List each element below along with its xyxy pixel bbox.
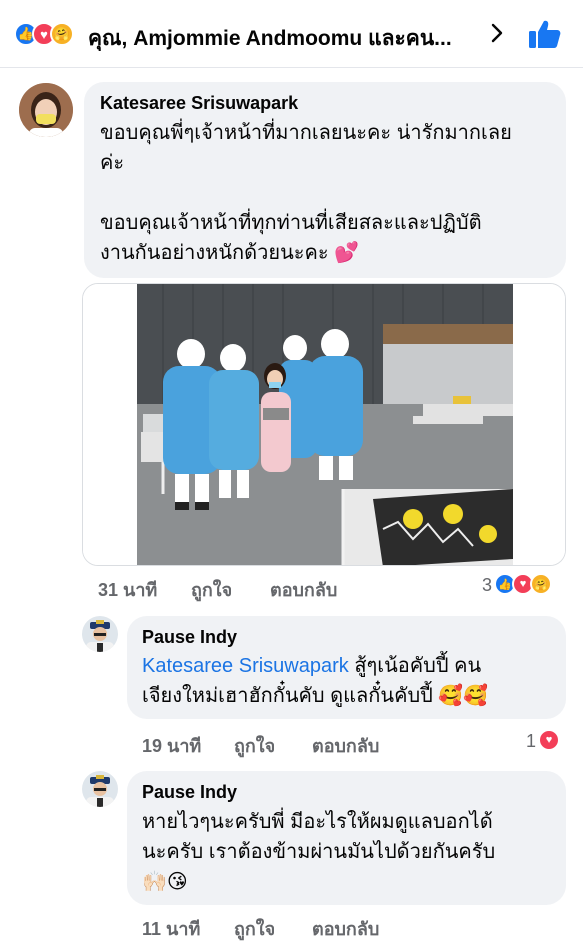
thumbs-up-icon[interactable] (528, 18, 562, 50)
comment-photo[interactable] (82, 283, 566, 566)
comment-reactions[interactable]: 1 ♥ (526, 729, 562, 753)
like-link[interactable]: ถูกใจ (234, 731, 275, 760)
like-link[interactable]: ถูกใจ (234, 914, 275, 942)
comment-reactions[interactable]: 3 👍 ♥ 🤗 (482, 573, 553, 597)
comment-text: ขอบคุณพี่ๆเจ้าหน้าที่มากเลยนะคะ น่ารักมา… (100, 118, 560, 268)
comment-line: ค่ะ (100, 152, 125, 174)
reply-link[interactable]: ตอบกลับ (270, 575, 337, 604)
comment-line: 🙌🏻😘 (142, 871, 188, 893)
comment-line: นะครับ เราต้องข้ามผ่านมันไปด้วยกันครับ (142, 841, 496, 863)
comment-line: งานกันอย่างหนักด้วยนะคะ 💕 (100, 242, 360, 264)
reply-link[interactable]: ตอบกลับ (312, 914, 379, 942)
comment-meta: 11 นาที ถูกใจ ตอบกลับ (142, 914, 402, 939)
comment-bubble: Pause Indy Katesaree Srisuwapark สู้ๆเน้… (127, 616, 566, 719)
comment-text: หายไวๆนะครับพี่ มีอะไรให้ผมดูแลบอกได้ นะ… (142, 807, 562, 897)
comment-blank-line (100, 178, 560, 208)
avatar[interactable] (19, 83, 73, 137)
comment-line: ขอบคุณเจ้าหน้าที่ทุกท่านที่เสียสละและปฏิ… (100, 212, 482, 234)
mention-link[interactable]: Katesaree Srisuwapark (142, 655, 349, 677)
reaction-count: 3 (482, 574, 493, 595)
comment-time[interactable]: 11 นาที (142, 914, 200, 942)
comment-meta: 31 นาที ถูกใจ ตอบกลับ (98, 575, 358, 600)
love-reaction-icon: ♥ (538, 729, 561, 751)
comment-author[interactable]: Pause Indy (142, 627, 237, 648)
comment-author[interactable]: Katesaree Srisuwapark (100, 93, 298, 114)
reply-link[interactable]: ตอบกลับ (312, 731, 379, 760)
reaction-count: 1 (526, 730, 537, 751)
like-link[interactable]: ถูกใจ (191, 575, 232, 604)
care-reaction-icon: 🤗 (530, 573, 553, 595)
comment-author[interactable]: Pause Indy (142, 782, 237, 803)
comment-bubble: Pause Indy หายไวๆนะครับพี่ มีอะไรให้ผมดู… (127, 771, 566, 905)
care-reaction-icon: 🤗 (50, 22, 74, 46)
comment-line: เจียงใหม่เฮาฮักกั๋นคับ ดูแลกั๋นคับปี้ 🥰🥰 (142, 685, 489, 707)
medical-staff-photo (83, 284, 565, 565)
comment-text: Katesaree Srisuwapark สู้ๆเน้อคับปี้ คน … (142, 651, 562, 711)
comment-line: ขอบคุณพี่ๆเจ้าหน้าที่มากเลยนะคะ น่ารักมา… (100, 122, 512, 144)
comment-line: หายไวๆนะครับพี่ มีอะไรให้ผมดูแลบอกได้ (142, 811, 493, 833)
header-reactions[interactable]: 👍 ♥ 🤗 (14, 22, 94, 48)
comment-line: Katesaree Srisuwapark สู้ๆเน้อคับปี้ คน (142, 651, 562, 681)
chevron-right-icon[interactable] (486, 22, 508, 44)
comment-line-rest: สู้ๆเน้อคับปี้ คน (348, 655, 482, 677)
comment-time[interactable]: 31 นาที (98, 575, 157, 604)
comment-bubble: Katesaree Srisuwapark ขอบคุณพี่ๆเจ้าหน้า… (84, 82, 566, 278)
comment-time[interactable]: 19 นาที (142, 731, 201, 760)
avatar[interactable] (82, 616, 118, 652)
comments-header: 👍 ♥ 🤗 คุณ, Amjommie Andmoomu และคน... (0, 0, 583, 68)
comment-meta: 19 นาที ถูกใจ ตอบกลับ (142, 731, 402, 756)
reactors-summary[interactable]: คุณ, Amjommie Andmoomu และคน... (88, 22, 468, 55)
avatar[interactable] (82, 771, 118, 807)
